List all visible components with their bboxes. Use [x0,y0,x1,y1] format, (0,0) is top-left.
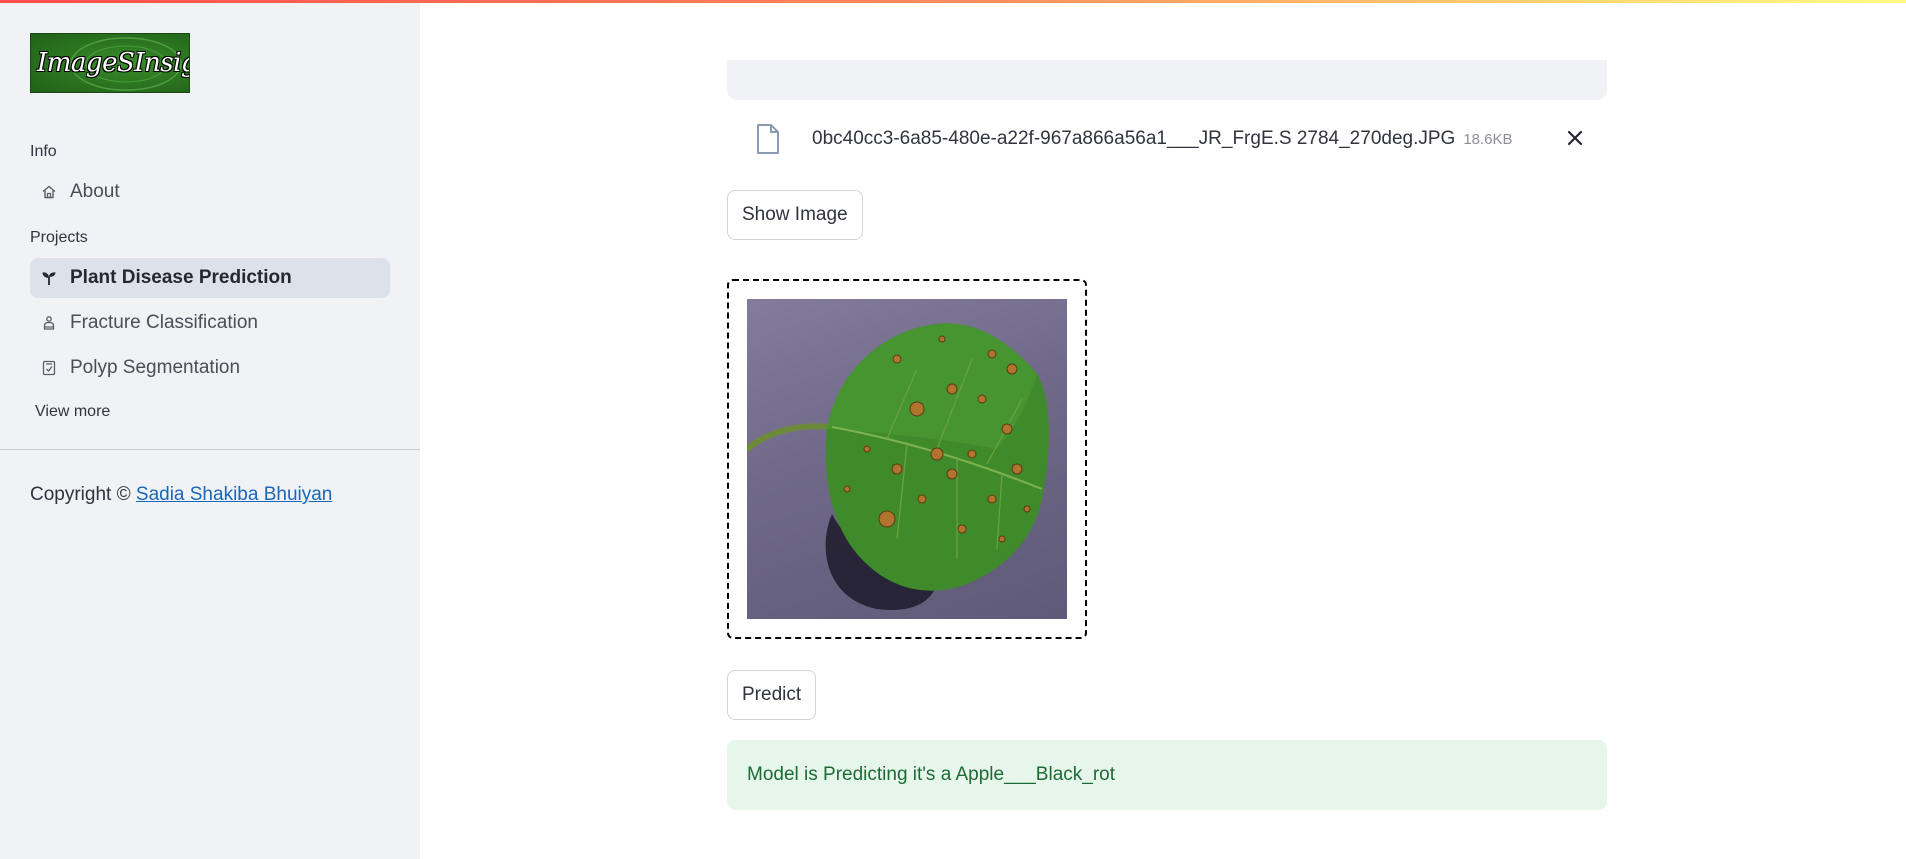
sidebar-item-fracture-classification[interactable]: Fracture Classification [30,303,390,343]
leaf-image [747,299,1067,619]
sidebar: ImageSInsight Info About Projects Plant … [0,0,420,859]
predict-button[interactable]: Predict [727,670,817,720]
uploaded-file-name: 0bc40cc3-6a85-480e-a22f-967a866a56a1___J… [812,128,1513,150]
document-icon [40,359,58,377]
image-preview-frame [727,279,1087,639]
section-heading-projects: Projects [30,229,88,246]
section-heading-info: Info [30,143,57,160]
sidebar-item-label: Plant Disease Prediction [70,267,292,288]
uploaded-file-row: 0bc40cc3-6a85-480e-a22f-967a866a56a1___J… [727,115,1607,163]
file-size: 18.6KB [1463,131,1513,148]
sidebar-item-label: Fracture Classification [70,312,258,333]
author-link[interactable]: Sadia Shakiba Bhuiyan [136,484,332,505]
logo-text: ImageSInsight [37,48,189,78]
app-logo: ImageSInsight [30,33,190,93]
show-image-button[interactable]: Show Image [727,190,863,240]
sidebar-item-plant-disease-prediction[interactable]: Plant Disease Prediction [30,258,390,298]
sidebar-item-label: About [70,181,120,202]
sidebar-divider [0,449,420,450]
plant-icon [40,269,58,287]
remove-file-close-icon[interactable] [1562,125,1588,151]
prediction-result-alert: Model is Predicting it's a Apple___Black… [727,740,1607,810]
copyright-prefix: Copyright © [30,484,131,505]
top-decoration-bar [0,0,1906,3]
sidebar-item-label: Polyp Segmentation [70,357,241,378]
sidebar-item-about[interactable]: About [30,172,390,212]
home-icon [40,183,58,201]
file-name-text: 0bc40cc3-6a85-480e-a22f-967a866a56a1___J… [812,128,1456,149]
view-more-link[interactable]: View more [35,403,110,421]
copyright-notice: Copyright © Sadia Shakiba Bhuiyan [30,484,332,506]
sidebar-item-polyp-segmentation[interactable]: Polyp Segmentation [30,348,390,388]
file-icon [755,123,781,160]
person-icon [40,314,58,332]
file-uploader-dropzone[interactable] [727,60,1607,100]
